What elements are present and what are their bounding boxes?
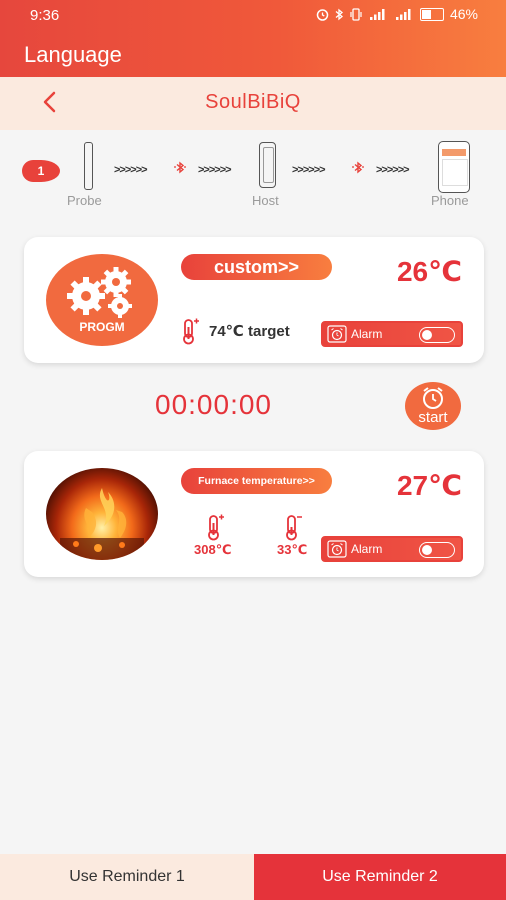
alarm-switch[interactable] [419,327,455,343]
battery-icon [419,7,444,21]
thermometer-low-icon [286,515,302,541]
alarm-clock-icon [327,325,347,343]
use-reminder-2-button[interactable]: Use Reminder 2 [254,854,506,900]
furnace-current-temp: 27℃ [396,470,462,501]
start-label: start [418,409,448,426]
timer-display: 00:00:00 [155,389,272,420]
top-app-bar: 9:36 46% Language [0,0,506,77]
bluetooth-icon [352,161,364,174]
furnace-card: Furnace temperature>> 27℃ 308℃ 33℃ Alarm [24,451,484,577]
signal-icon-2 [395,8,411,20]
flow-label-phone: Phone [431,193,469,208]
status-bar: 9:36 46% [0,0,506,32]
status-time: 9:36 [30,7,60,24]
thermometer-high-icon [183,318,199,345]
probe-alarm-toggle[interactable]: Alarm [321,321,463,347]
flow-arrows: >>>>>> [198,164,232,176]
page-header: SoulBiBiQ [0,77,506,130]
bluetooth-status-icon [335,8,343,20]
gears-icon [67,267,132,318]
bluetooth-icon [174,161,186,174]
host-device-icon [259,142,276,188]
alarm-clock-icon [327,540,347,558]
furnace-temperature-button[interactable]: Furnace temperature>> [181,468,332,494]
flow-arrows: >>>>>> [376,164,410,176]
start-timer-button[interactable]: start [405,382,461,430]
flow-label-host: Host [252,193,279,208]
battery-percent: 46% [449,6,478,22]
furnace-low-limit[interactable]: 33℃ [277,542,307,558]
page-title: SoulBiBiQ [205,91,301,113]
language-title[interactable]: Language [24,42,122,68]
target-temperature: 74℃ target [209,322,290,340]
probe-icon [84,142,93,190]
furnace-high-limit[interactable]: 308℃ [194,542,231,558]
target-temp-label: target [248,323,290,340]
status-icons: 46% [316,6,478,22]
target-temp-value: 74℃ [209,323,244,340]
program-button[interactable]: PROGM [46,254,158,346]
phone-icon [438,141,470,193]
alarm-label: Alarm [351,542,383,556]
alarm-status-icon [316,8,329,21]
program-label: PROGM [79,320,125,334]
vibrate-icon [350,7,362,21]
thermometer-high-icon [208,514,224,541]
fire-image [46,468,158,560]
flow-arrows: >>>>>> [114,164,148,176]
use-reminder-1-button[interactable]: Use Reminder 1 [0,854,254,900]
signal-icon [369,8,385,20]
alarm-switch[interactable] [419,542,455,558]
flow-arrows: >>>>>> [292,164,326,176]
flame-icon [60,488,144,560]
alarm-label: Alarm [351,327,383,341]
flow-label-probe: Probe [67,193,102,208]
bottom-tab-bar: Use Reminder 1 Use Reminder 2 [0,854,506,900]
custom-mode-button[interactable]: custom>> [181,254,332,280]
probe-card: PROGM custom>> 26℃ 74℃ target Alarm [24,237,484,363]
probe-current-temp: 26℃ [396,256,462,287]
furnace-alarm-toggle[interactable]: Alarm [321,536,463,562]
step-number-badge: 1 [22,160,60,182]
connection-flow: 1 >>>>>> >>>>>> >>>>>> >>>>>> Probe Host… [0,130,506,215]
alarm-clock-icon [423,387,443,409]
